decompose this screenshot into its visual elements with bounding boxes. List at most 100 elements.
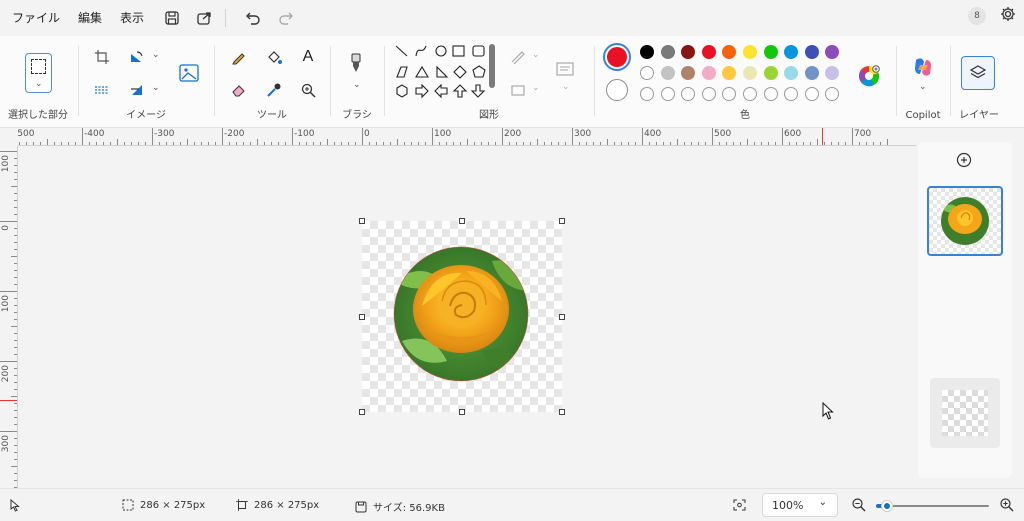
resize-handle[interactable] — [459, 218, 465, 224]
text-style-icon[interactable] — [554, 58, 576, 80]
redo-icon[interactable] — [272, 5, 298, 31]
ruler-tick — [0, 361, 17, 362]
menu-view[interactable]: 表示 — [111, 4, 153, 32]
group-label-image: イメージ — [126, 110, 166, 121]
undo-icon[interactable] — [240, 5, 266, 31]
color-swatch[interactable] — [784, 45, 799, 59]
color-swatch[interactable] — [763, 45, 778, 59]
resize-icon[interactable] — [91, 79, 113, 101]
custom-color-slot[interactable] — [722, 87, 737, 101]
custom-color-slot[interactable] — [681, 87, 696, 101]
text-tool-icon[interactable]: A — [297, 46, 319, 68]
custom-color-slot[interactable] — [701, 87, 716, 101]
menu-edit[interactable]: 編集 — [69, 4, 111, 32]
color-swatch[interactable] — [640, 45, 654, 59]
brush-icon[interactable] — [345, 52, 367, 74]
layer-thumbnail[interactable] — [927, 186, 1003, 256]
ruler-tick — [467, 139, 468, 145]
color-swatch[interactable] — [825, 66, 840, 80]
resize-handle[interactable] — [559, 218, 565, 224]
save-icon[interactable] — [159, 5, 185, 31]
chevron-down-icon[interactable]: ⌄ — [152, 83, 160, 93]
color-swatch[interactable] — [804, 45, 819, 59]
chevron-down-icon[interactable]: ⌄ — [152, 50, 160, 60]
ruler-tick — [747, 139, 748, 145]
custom-color-slot[interactable] — [640, 87, 654, 101]
shapes-gallery[interactable] — [392, 42, 498, 108]
resize-handle[interactable] — [359, 313, 365, 320]
group-label-colors: 色 — [740, 110, 750, 121]
menu-file[interactable]: ファイル — [3, 4, 69, 32]
crop-icon[interactable] — [91, 46, 113, 68]
resize-handle[interactable] — [559, 313, 565, 320]
background-layer-thumbnail[interactable] — [930, 378, 1000, 448]
color-swatch[interactable] — [743, 45, 757, 59]
ruler-tick — [677, 139, 678, 145]
canvas[interactable] — [362, 221, 562, 412]
chevron-down-icon: ⌄ — [35, 79, 43, 89]
settings-gear-icon[interactable] — [1000, 6, 1016, 26]
chevron-down-icon[interactable]: ⌄ — [562, 82, 570, 92]
eraser-icon[interactable] — [228, 79, 250, 101]
ruler-tick — [0, 151, 17, 152]
magnifier-icon[interactable] — [297, 79, 319, 101]
copilot-icon[interactable] — [912, 56, 934, 78]
ruler-tick — [257, 139, 258, 145]
color-picker-icon[interactable] — [263, 79, 285, 101]
custom-color-slot[interactable] — [660, 87, 675, 101]
color-swatch[interactable] — [681, 45, 696, 59]
zoom-slider-thumb[interactable] — [881, 500, 894, 512]
chevron-down-icon[interactable]: ⌄ — [532, 50, 540, 60]
custom-color-slot[interactable] — [784, 87, 799, 101]
rotate-icon[interactable] — [126, 46, 148, 68]
resize-handle[interactable] — [359, 409, 365, 415]
layers-toggle-button[interactable] — [961, 56, 995, 90]
fill-bucket-icon[interactable] — [263, 46, 285, 68]
flip-icon[interactable] — [126, 79, 148, 101]
color-swatch[interactable] — [701, 45, 716, 59]
ruler-tick — [852, 128, 853, 145]
color-swatch[interactable] — [660, 66, 675, 80]
edit-colors-icon[interactable] — [856, 63, 882, 89]
canvas-workspace[interactable] — [18, 146, 916, 488]
zoom-level-select[interactable]: 100% ⌄ — [762, 493, 838, 517]
image-generate-icon[interactable] — [178, 62, 200, 84]
outline-icon[interactable] — [507, 46, 529, 68]
account-avatar[interactable]: 8 — [968, 7, 986, 25]
add-layer-icon[interactable] — [956, 152, 974, 170]
resize-handle[interactable] — [559, 409, 565, 415]
color-swatch[interactable] — [825, 45, 840, 59]
custom-color-slot[interactable] — [743, 87, 757, 101]
custom-color-slot[interactable] — [825, 87, 840, 101]
custom-color-slot[interactable] — [763, 87, 778, 101]
color-swatch[interactable] — [722, 45, 737, 59]
color-swatch[interactable] — [722, 66, 737, 80]
menu-bar: ファイル 編集 表示 8 — [0, 0, 1024, 36]
zoom-in-icon[interactable] — [1000, 498, 1014, 512]
fit-to-window-icon[interactable] — [733, 499, 746, 511]
secondary-color-button[interactable] — [606, 79, 628, 101]
color-swatch[interactable] — [804, 66, 819, 80]
primary-color-button[interactable] — [603, 43, 631, 71]
color-swatch[interactable] — [640, 66, 654, 80]
select-tool-button[interactable]: ⌄ — [25, 53, 52, 93]
layers-group: レイヤー — [952, 36, 1006, 128]
color-swatch[interactable] — [660, 45, 675, 59]
file-size-icon — [355, 501, 367, 512]
resize-handle[interactable] — [359, 218, 365, 224]
color-swatch[interactable] — [743, 66, 757, 80]
resize-handle[interactable] — [459, 409, 465, 415]
color-swatch[interactable] — [763, 66, 778, 80]
zoom-out-icon[interactable] — [852, 498, 866, 512]
fill-icon[interactable] — [507, 79, 529, 101]
color-swatch[interactable] — [784, 66, 799, 80]
color-swatch[interactable] — [681, 66, 696, 80]
share-icon[interactable] — [191, 5, 217, 31]
custom-color-slot[interactable] — [804, 87, 819, 101]
pencil-icon[interactable] — [228, 46, 250, 68]
chevron-down-icon[interactable]: ⌄ — [919, 82, 927, 92]
shapes-scrollbar[interactable] — [489, 44, 495, 88]
color-swatch[interactable] — [701, 66, 716, 80]
chevron-down-icon[interactable]: ⌄ — [353, 80, 361, 90]
chevron-down-icon[interactable]: ⌄ — [532, 83, 540, 93]
